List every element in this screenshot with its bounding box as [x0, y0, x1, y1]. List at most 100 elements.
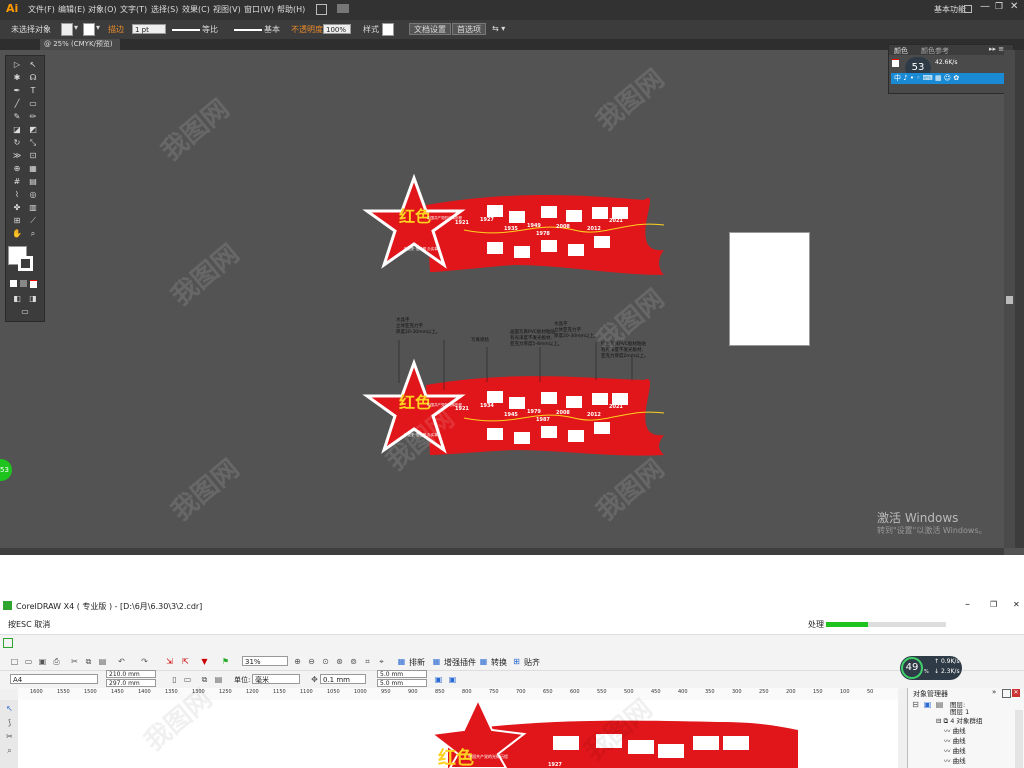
close-icon[interactable]: ✕ — [1013, 600, 1020, 609]
screen-mode-icon[interactable]: ▭ — [18, 307, 32, 316]
ime-toolbar[interactable]: 中 ♪ • ◦ ⌨ ▦ ☺ ✿ — [891, 73, 1009, 84]
blank-artboard[interactable] — [729, 232, 810, 346]
document-setup-button[interactable]: 文档设置 — [409, 23, 451, 35]
zoom-page-icon[interactable]: ⊚ — [349, 657, 358, 666]
eraser-icon[interactable]: ◩ — [26, 125, 40, 134]
line-tool-icon[interactable]: ╱ — [10, 99, 24, 108]
layer-manager-view-icon[interactable]: ▤ — [935, 700, 944, 709]
magic-wand-icon[interactable]: ✱ — [10, 73, 24, 82]
edit-options-icon[interactable]: ▣ — [448, 675, 457, 684]
menu-window[interactable]: 窗口(W) — [244, 4, 274, 15]
print-icon[interactable]: ⎙ — [52, 657, 61, 666]
arrange-icon[interactable]: ▦ — [397, 657, 406, 666]
paintbrush-icon[interactable]: ✎ — [10, 112, 24, 121]
nudge-field[interactable]: 0.1 mm — [320, 674, 366, 684]
zoom-tool-icon[interactable]: ⌕ — [5, 746, 14, 755]
draw-inside-icon[interactable]: ◨ — [26, 294, 40, 303]
panel-scrollbar[interactable] — [1015, 710, 1023, 768]
document-tab[interactable]: @ 25% (CMYK/预览) — [40, 39, 120, 50]
snap-icon[interactable]: ⊞ — [512, 657, 521, 666]
menu-effect[interactable]: 效果(C) — [182, 4, 210, 15]
vertical-scrollbar[interactable] — [1004, 50, 1015, 548]
portrait-icon[interactable]: ▯ — [170, 675, 179, 684]
pick-tool-icon[interactable]: ↖ — [5, 704, 14, 713]
convert-icon[interactable]: ▦ — [479, 657, 488, 666]
selection-tool-icon[interactable]: ▷ — [10, 60, 24, 69]
arrange-docs-icon[interactable] — [337, 4, 349, 13]
page-width-field[interactable]: 210.0 mm — [106, 670, 156, 678]
chevron-down-icon[interactable]: ▾ — [74, 23, 78, 32]
export-icon[interactable]: ⇱ — [181, 657, 190, 666]
panel-dock-collapsed[interactable] — [1015, 50, 1024, 548]
save-icon[interactable]: ▣ — [38, 657, 47, 666]
crop-tool-icon[interactable]: ✂ — [5, 732, 14, 741]
menu-type[interactable]: 文字(T) — [120, 4, 147, 15]
zoom-tool-icon[interactable]: ⌕ — [26, 229, 40, 238]
stroke-color-box[interactable] — [18, 256, 33, 271]
page-height-field[interactable]: 297.0 mm — [106, 679, 156, 687]
perspective-grid-icon[interactable]: ▦ — [26, 164, 40, 173]
brush-definition[interactable]: 基本 — [264, 24, 280, 35]
zoom-level-field[interactable]: 31% — [242, 656, 288, 666]
menu-help[interactable]: 帮助(H) — [277, 4, 305, 15]
zoom-in-icon[interactable]: ⊕ — [293, 657, 302, 666]
symbol-sprayer-icon[interactable]: ✤ — [10, 203, 24, 212]
style-swatch[interactable] — [382, 23, 394, 36]
arrange-button[interactable]: 排新 — [409, 657, 425, 668]
eyedropper-icon[interactable]: ⌇ — [10, 190, 24, 199]
floating-badge[interactable]: 53 — [0, 459, 12, 481]
all-pages-icon[interactable]: ⧉ — [200, 675, 209, 684]
stroke-profile[interactable]: 等比 — [202, 24, 218, 35]
current-page-icon[interactable]: ▤ — [214, 675, 223, 684]
horizontal-scrollbar[interactable] — [0, 548, 1004, 555]
fill-swatch[interactable] — [61, 23, 73, 36]
menu-edit[interactable]: 编辑(E) — [58, 4, 85, 15]
stroke-swatch[interactable] — [83, 23, 95, 36]
edit-across-layers-icon[interactable]: ▣ — [923, 700, 932, 709]
new-document-icon[interactable] — [3, 638, 13, 648]
search-icon[interactable] — [964, 5, 972, 13]
tree-item-curve[interactable]: 〰 曲线 — [944, 755, 966, 765]
rectangle-tool-icon[interactable]: ▭ — [26, 99, 40, 108]
treat-as-filled-icon[interactable]: ▣ — [434, 675, 443, 684]
bridge-icon[interactable] — [316, 4, 327, 15]
width-tool-icon[interactable]: ≫ — [10, 151, 24, 160]
stroke-weight-field[interactable]: 1 pt — [132, 24, 166, 34]
opacity-label[interactable]: 不透明度 — [291, 24, 323, 35]
draw-mode-icon[interactable]: ◧ — [10, 294, 24, 303]
blob-brush-icon[interactable]: ◪ — [10, 125, 24, 134]
zoom-height-icon[interactable]: ⌖ — [377, 657, 386, 666]
duplicate-x-field[interactable]: 5.0 mm — [377, 670, 427, 678]
panel-restore-icon[interactable] — [1002, 689, 1011, 698]
rotate-tool-icon[interactable]: ↻ — [10, 138, 24, 147]
cut-icon[interactable]: ✂ — [70, 657, 79, 666]
show-properties-icon[interactable]: ⊟ — [911, 700, 920, 709]
redo-icon[interactable]: ↷ — [140, 657, 149, 666]
import-icon[interactable]: ⇲ — [165, 657, 174, 666]
application-launcher-icon[interactable]: ⚑ — [221, 657, 230, 666]
copy-icon[interactable]: ⧉ — [84, 657, 93, 666]
zoom-selected-icon[interactable]: ⊙ — [321, 657, 330, 666]
restore-icon[interactable]: ❐ — [995, 2, 1003, 12]
paste-icon[interactable]: ▤ — [98, 657, 107, 666]
coreldraw-canvas[interactable]: 红色 中国共产党的光辉历程 1927 我图网 我图网 — [18, 684, 898, 768]
pen-tool-icon[interactable]: ✒ — [10, 86, 24, 95]
minimize-icon[interactable]: — — [980, 1, 990, 12]
gradient-tool-icon[interactable]: ▤ — [26, 177, 40, 186]
tab-color[interactable]: 颜色 — [894, 46, 908, 56]
tree-item-curve[interactable]: 〰 曲线 — [944, 725, 966, 735]
duplicate-y-field[interactable]: 5.0 mm — [377, 679, 427, 687]
tab-color-guide[interactable]: 颜色参考 — [921, 46, 949, 56]
zoom-width-icon[interactable]: ⌗ — [363, 657, 372, 666]
zoom-all-icon[interactable]: ⊛ — [335, 657, 344, 666]
stroke-label[interactable]: 描边 — [108, 24, 124, 35]
hand-tool-icon[interactable]: ✋ — [10, 229, 24, 238]
restore-icon[interactable]: ❐ — [990, 600, 997, 609]
none-mode-icon[interactable] — [30, 280, 37, 288]
open-icon[interactable]: ▭ — [24, 657, 33, 666]
free-transform-icon[interactable]: ⊡ — [26, 151, 40, 160]
direct-selection-tool-icon[interactable]: ↖ — [26, 60, 40, 69]
color-mode-icon[interactable] — [10, 280, 17, 287]
panel-expand-icon[interactable]: » — [992, 688, 996, 696]
gradient-mode-icon[interactable] — [20, 280, 27, 287]
